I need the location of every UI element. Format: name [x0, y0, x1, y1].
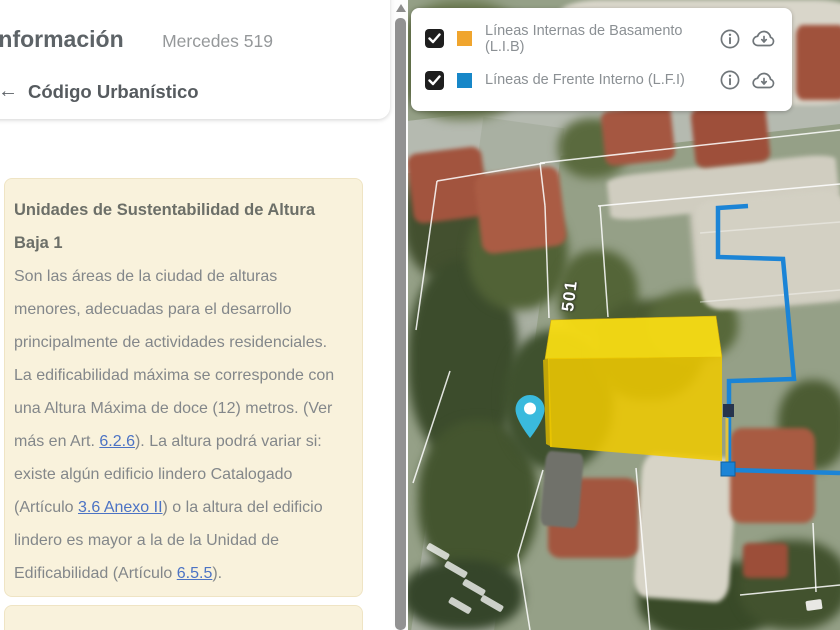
scrollbar-thumb[interactable] [395, 18, 406, 630]
download-cloud-icon[interactable] [751, 28, 778, 49]
legend-label: Líneas Internas de Basamento (L.I.B) [485, 22, 683, 55]
lfi-node-marker[interactable] [720, 461, 736, 477]
download-cloud-icon[interactable] [751, 70, 778, 91]
app-window: Información Mercedes 519 ← Código Urbaní… [0, 0, 840, 630]
back-button-label: Código Urbanístico [28, 80, 199, 102]
article-link[interactable]: 6.2.6 [99, 433, 135, 450]
scrollbar-up-icon[interactable] [395, 4, 406, 12]
layers-legend: Líneas Internas de Basamento (L.I.B) Lín… [411, 8, 792, 111]
location-pin-icon[interactable] [514, 394, 546, 440]
panel-header: Información Mercedes 519 ← Código Urbaní… [0, 0, 390, 119]
back-button[interactable]: ← Código Urbanístico [0, 80, 199, 103]
checkbox-lib[interactable] [425, 29, 444, 49]
info-card-title: Unidades de Sustentabilidad de Altura Ba… [14, 201, 316, 252]
legend-row-lib: Líneas Internas de Basamento (L.I.B) [425, 21, 778, 57]
article-link[interactable]: 3.6 Anexo II [78, 499, 163, 516]
lib-label-box [723, 404, 734, 417]
article-link[interactable]: 6.5.5 [177, 565, 213, 582]
back-arrow-icon: ← [0, 80, 18, 102]
checkbox-lfi[interactable] [425, 70, 444, 90]
info-icon[interactable] [719, 69, 741, 91]
info-icon[interactable] [719, 28, 741, 50]
lfi-color-swatch [457, 72, 472, 88]
parcel-name: Mercedes 519 [162, 31, 273, 51]
page-title: Información [0, 26, 124, 52]
info-card: Unidades de Sustentabilidad de Altura Ba… [4, 178, 363, 597]
legend-row-lfi: Líneas de Frente Interno (L.F.I) [425, 62, 778, 98]
info-panel: Información Mercedes 519 ← Código Urbaní… [0, 0, 408, 630]
info-card-body: Son las áreas de la ciudad de alturas me… [14, 268, 335, 582]
highlighted-building-footprint[interactable] [543, 315, 723, 461]
next-info-card [4, 605, 363, 630]
lfi-line[interactable] [715, 203, 840, 476]
legend-label: Líneas de Frente Interno (L.F.I) [485, 72, 685, 89]
lib-color-swatch [457, 31, 472, 47]
map-canvas[interactable]: 501 Líneas Internas de Basamento (L.I.B) [408, 0, 840, 630]
panel-scrollbar[interactable] [393, 0, 408, 630]
